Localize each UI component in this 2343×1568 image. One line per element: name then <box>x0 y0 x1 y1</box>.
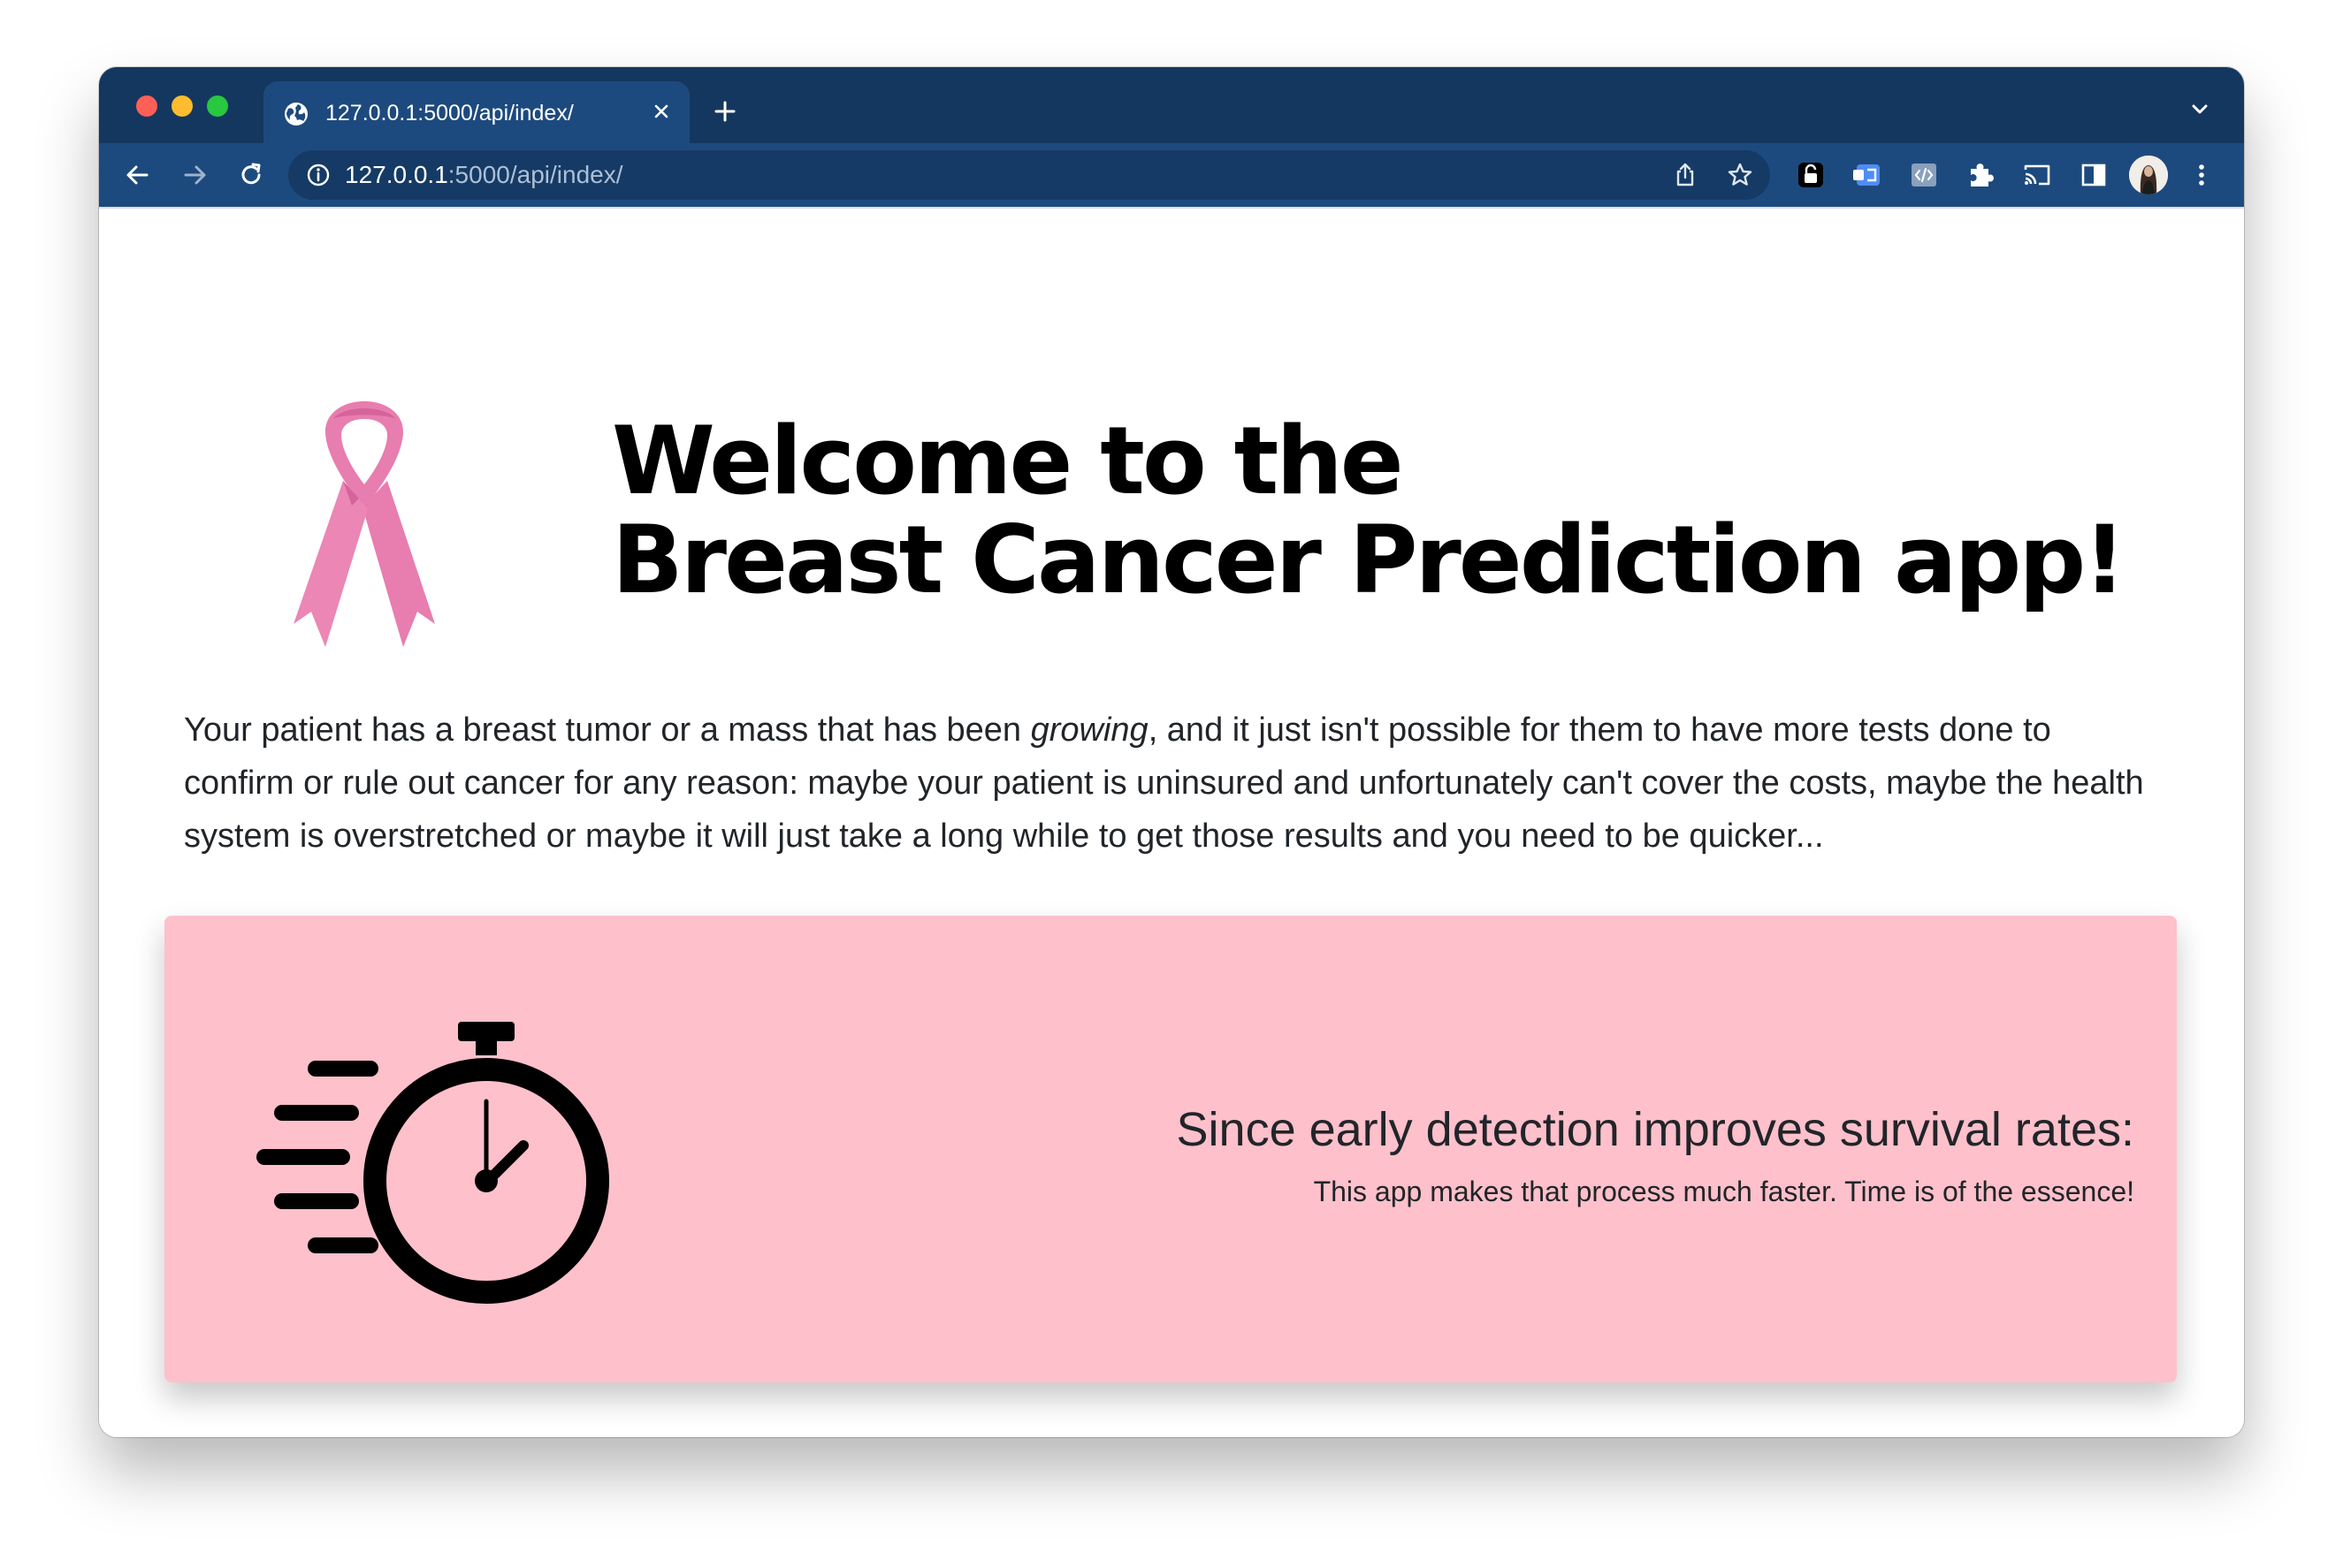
side-panel-icon[interactable] <box>2076 157 2111 193</box>
address-bar[interactable]: 127.0.0.1:5000/api/index/ <box>288 150 1770 200</box>
reload-icon[interactable] <box>233 157 269 193</box>
intro-emphasis: growing <box>1030 712 1149 749</box>
lock-extension-icon[interactable] <box>1793 157 1828 193</box>
maximize-window-button[interactable] <box>207 95 228 117</box>
share-icon[interactable] <box>1671 161 1699 189</box>
stopwatch-icon <box>256 1022 609 1304</box>
tab-title: 127.0.0.1:5000/api/index/ <box>325 101 574 126</box>
minimize-window-button[interactable] <box>172 95 193 117</box>
profile-avatar[interactable] <box>2129 156 2168 194</box>
early-detection-card: Since early detection improves survival … <box>164 916 2177 1382</box>
globe-icon <box>285 103 308 126</box>
arrow-left-icon[interactable] <box>120 157 156 193</box>
browser-window: 127.0.0.1:5000/api/index/ 127.0.0.1:5000… <box>99 67 2244 1437</box>
info-icon[interactable] <box>306 163 331 187</box>
code-extension-icon[interactable] <box>1906 157 1942 193</box>
close-window-button[interactable] <box>136 95 157 117</box>
translate-extension-icon[interactable] <box>1850 157 1885 193</box>
chevron-down-icon[interactable] <box>2187 97 2212 122</box>
cast-icon[interactable] <box>2019 157 2055 193</box>
url-host: 127.0.0.1 <box>345 161 448 188</box>
card-heading: Since early detection improves survival … <box>1176 1103 2134 1156</box>
tab-strip: 127.0.0.1:5000/api/index/ <box>99 67 2244 143</box>
arrow-right-icon[interactable] <box>177 157 212 193</box>
puzzle-icon[interactable] <box>1963 157 1998 193</box>
browser-toolbar: 127.0.0.1:5000/api/index/ <box>99 143 2244 207</box>
kebab-menu-icon[interactable] <box>2184 157 2219 193</box>
page-content: Welcome to the Breast Cancer Prediction … <box>99 207 2244 1437</box>
intro-text-start: Your patient has a breast tumor or a mas… <box>184 712 1031 749</box>
close-tab-icon[interactable] <box>645 95 677 127</box>
star-icon[interactable] <box>1726 161 1754 189</box>
welcome-heading: Welcome to the Breast Cancer Prediction … <box>612 407 2126 614</box>
url-text: 127.0.0.1:5000/api/index/ <box>345 159 623 191</box>
new-tab-icon[interactable] <box>709 95 741 127</box>
url-path: :5000/api/index/ <box>447 161 623 188</box>
welcome-heading-line2: Breast Cancer Prediction app! <box>612 506 2126 614</box>
welcome-heading-line1: Welcome to the <box>612 407 1404 515</box>
intro-paragraph: Your patient has a breast tumor or a mas… <box>184 704 2164 863</box>
pink-ribbon-icon <box>294 401 435 647</box>
browser-tab[interactable]: 127.0.0.1:5000/api/index/ <box>263 81 690 143</box>
card-subtext: This app makes that process much faster.… <box>1313 1176 2134 1207</box>
profile-photo-icon <box>2129 156 2168 194</box>
